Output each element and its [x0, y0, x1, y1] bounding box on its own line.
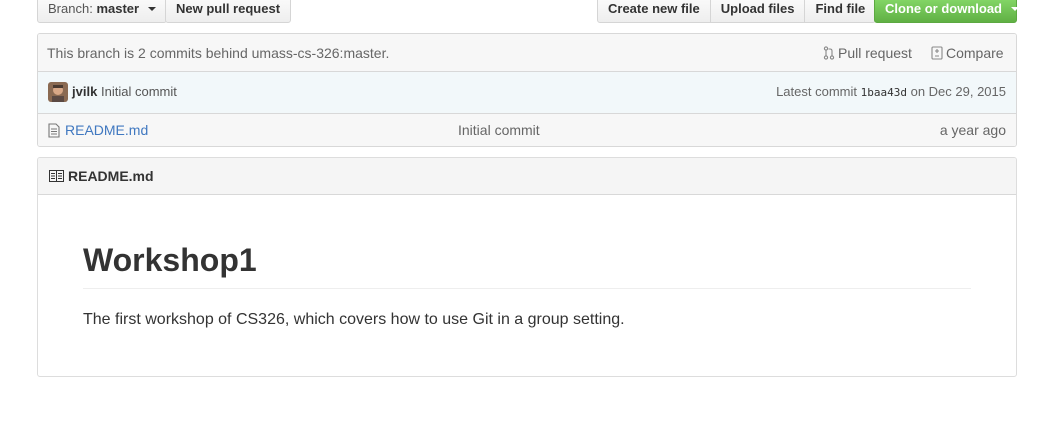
compare-icon — [931, 46, 943, 60]
readme-paragraph: The first workshop of CS326, which cover… — [83, 311, 625, 328]
pull-request-link[interactable]: Pull request — [823, 45, 912, 61]
file-row: README.md Initial commit a year ago — [38, 114, 1016, 146]
latest-commit-info: Latest commit 1baa43d on Dec 29, 2015 — [776, 84, 1006, 99]
clone-or-download-label: Clone or download — [885, 1, 1002, 16]
clone-or-download-button[interactable]: Clone or download — [874, 0, 1019, 23]
create-new-file-button[interactable]: Create new file — [597, 0, 711, 23]
new-pull-request-button[interactable]: New pull request — [165, 0, 292, 23]
commit-message-link[interactable]: Initial commit — [101, 84, 177, 99]
commit-author-link[interactable]: jvilk — [72, 84, 97, 99]
compare-label: Compare — [946, 45, 1004, 61]
pull-request-label: Pull request — [838, 45, 912, 61]
file-age: a year ago — [939, 122, 1006, 138]
readme-header: README.md — [38, 158, 1016, 195]
commit-sha-link[interactable]: 1baa43d — [861, 86, 907, 99]
find-file-button[interactable]: Find file — [804, 0, 877, 23]
readme-title: README.md — [68, 168, 154, 184]
avatar-image — [48, 82, 68, 102]
file-icon — [48, 123, 60, 138]
file-commit-message-link[interactable]: Initial commit — [458, 122, 540, 138]
file-browser: This branch is 2 commits behind umass-cs… — [37, 33, 1017, 147]
branch-infobar: This branch is 2 commits behind umass-cs… — [38, 34, 1016, 72]
readme-heading: Workshop1 — [83, 240, 971, 289]
book-icon — [49, 170, 64, 182]
commit-date: on Dec 29, 2015 — [910, 84, 1006, 99]
compare-link[interactable]: Compare — [931, 45, 1004, 61]
pull-request-icon — [823, 46, 835, 60]
branch-name-label: master — [96, 1, 140, 16]
readme-box: README.md Workshop1 The first workshop o… — [37, 157, 1017, 377]
chevron-down-icon — [1010, 6, 1019, 11]
file-name-link[interactable]: README.md — [65, 122, 148, 138]
chevron-down-icon — [147, 6, 156, 11]
latest-commit-prefix: Latest commit — [776, 84, 857, 99]
branch-status-text: This branch is 2 commits behind umass-cs… — [47, 45, 390, 61]
file-actions-group: Create new file Upload files Find file — [597, 0, 877, 23]
branch-select-button[interactable]: Branch: master — [37, 0, 167, 23]
upload-files-button[interactable]: Upload files — [709, 0, 806, 23]
branch-prefix-label: Branch: — [48, 1, 93, 16]
latest-commit-bar: jvilk Initial commit Latest commit 1baa4… — [38, 72, 1016, 114]
avatar[interactable] — [48, 82, 68, 102]
